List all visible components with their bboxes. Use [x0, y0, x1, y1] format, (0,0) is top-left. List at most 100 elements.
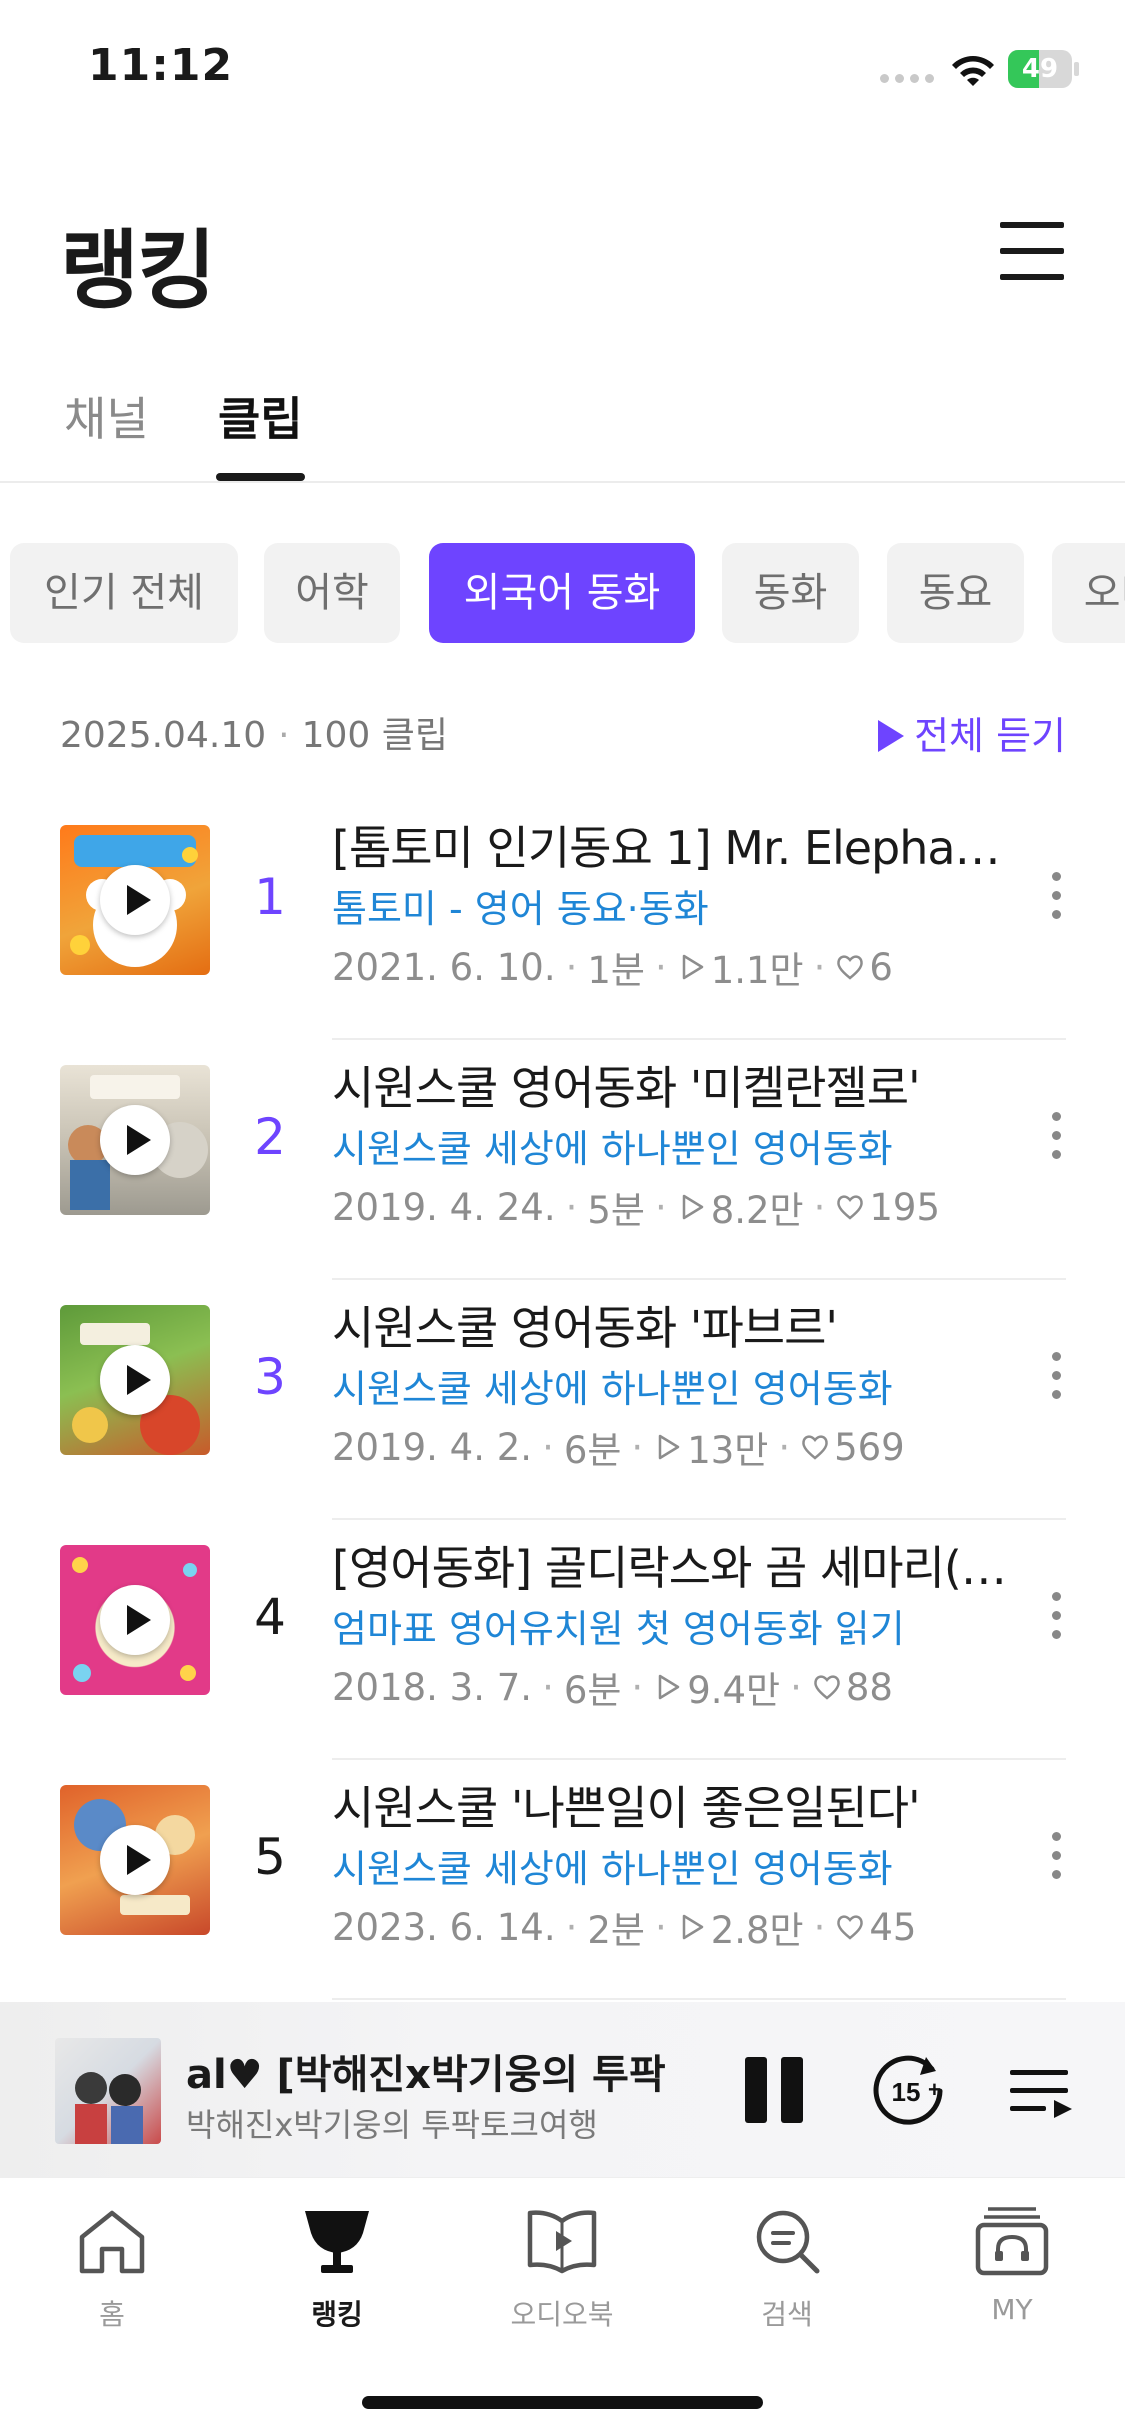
clip-stats: 2019. 4. 2. · 6분 · 13만 · 569 — [332, 1420, 905, 1474]
play-count-icon — [682, 1914, 703, 1940]
clip-thumbnail[interactable] — [60, 1305, 210, 1455]
clip-title[interactable]: 시원스쿨 '나쁜일이 좋은일된다' — [332, 1772, 1007, 1838]
clip-stats: 2023. 6. 14. · 2분 · 2.8만 · 45 — [332, 1900, 916, 1954]
nav-audiobook[interactable]: 오디오북 — [482, 2203, 642, 2333]
clip-count: 100 클립 — [301, 715, 448, 756]
play-icon[interactable] — [100, 1825, 170, 1895]
clip-duration: 5분 — [587, 1189, 645, 1232]
more-options-icon[interactable] — [1046, 1112, 1066, 1172]
skip-forward-button[interactable]: 15 + — [866, 2047, 950, 2131]
clip-duration: 1분 — [587, 949, 645, 992]
clip-title[interactable]: [영어동화] 골디락스와 곰 세마리(Goldilocks and the Th… — [332, 1532, 1007, 1598]
list-item[interactable]: 1 [톰토미 인기동요 1] Mr. Elephant(코끼리 아저씨) 톰토미… — [0, 800, 1125, 1040]
clip-title[interactable]: 시원스쿨 영어동화 '파브르' — [332, 1292, 1007, 1358]
chip-fairytale[interactable]: 동화 — [722, 543, 859, 643]
nav-search[interactable]: 검색 — [707, 2203, 867, 2333]
like-count: 45 — [869, 1905, 917, 1949]
channel-link[interactable]: 엄마표 영어유치원 첫 영어동화 읽기 — [332, 1598, 1007, 1653]
play-count-icon — [682, 1194, 703, 1220]
clip-stats: 2019. 4. 24. · 5분 · 8.2만 · 195 — [332, 1180, 940, 1234]
channel-link[interactable]: 시원스쿨 세상에 하나뿐인 영어동화 — [332, 1118, 1007, 1173]
list-meta: 2025.04.10 · 100 클립 전체 듣기 — [60, 708, 1066, 768]
mini-player[interactable]: al♥ [박해진x박기웅의 투팍 박해진x박기웅의 투팍토크여행 15 + — [0, 2002, 1125, 2177]
skip-forward-15-icon: 15 + — [873, 2055, 943, 2125]
play-count: 9.4만 — [687, 1669, 781, 1712]
search-icon — [756, 2210, 820, 2274]
play-count: 13만 — [687, 1429, 769, 1472]
chip-language[interactable]: 어학 — [264, 543, 400, 643]
list-item[interactable]: 3 시원스쿨 영어동화 '파브르' 시원스쿨 세상에 하나뿐인 영어동화 201… — [0, 1280, 1125, 1520]
now-playing-channel[interactable]: 박해진x박기웅의 투팍토크여행 — [186, 2100, 714, 2146]
more-options-icon[interactable] — [1046, 1352, 1066, 1412]
nav-home[interactable]: 홈 — [32, 2203, 192, 2333]
pause-button[interactable] — [745, 2057, 807, 2123]
wifi-icon — [952, 56, 994, 86]
chip-audio[interactable]: 오디 — [1052, 543, 1125, 643]
status-bar: 11:12 49 — [0, 0, 1125, 140]
battery-percent: 49 — [1021, 54, 1059, 84]
chip-popular-all[interactable]: 인기 전체 — [10, 543, 238, 643]
clip-duration: 2분 — [587, 1909, 645, 1952]
nav-label: 랭킹 — [311, 2298, 363, 2331]
rank-number: 4 — [254, 1588, 286, 1646]
clip-date: 2019. 4. 2. — [332, 1425, 533, 1469]
clip-thumbnail[interactable] — [60, 825, 210, 975]
divider — [332, 1998, 1066, 2000]
nav-ranking[interactable]: 랭킹 — [257, 2203, 417, 2333]
play-icon — [878, 720, 905, 752]
list-item[interactable]: 4 [영어동화] 골디락스와 곰 세마리(Goldilocks and the … — [0, 1520, 1125, 1760]
play-icon[interactable] — [100, 1105, 170, 1175]
play-icon[interactable] — [100, 1585, 170, 1655]
page-title: 랭킹 — [60, 221, 216, 321]
list-item[interactable]: 5 시원스쿨 '나쁜일이 좋은일된다' 시원스쿨 세상에 하나뿐인 영어동화 2… — [0, 1760, 1125, 2000]
channel-link[interactable]: 시원스쿨 세상에 하나뿐인 영어동화 — [332, 1358, 1007, 1413]
play-count-icon — [682, 954, 703, 980]
tab-clip[interactable]: 클립 — [216, 380, 305, 481]
now-playing-artwork — [75, 2072, 143, 2144]
rank-number: 3 — [254, 1348, 286, 1406]
rank-number: 2 — [254, 1108, 286, 1166]
playlist-queue-icon[interactable] — [1010, 2062, 1072, 2122]
more-options-icon[interactable] — [1046, 1832, 1066, 1892]
like-count: 6 — [869, 945, 893, 989]
play-icon[interactable] — [100, 1345, 170, 1415]
clip-thumbnail[interactable] — [60, 1065, 210, 1215]
play-all-label: 전체 듣기 — [914, 714, 1066, 758]
play-count-icon — [658, 1674, 680, 1700]
more-options-icon[interactable] — [1046, 872, 1066, 932]
play-icon[interactable] — [100, 865, 170, 935]
clip-title[interactable]: 시원스쿨 영어동화 '미켈란젤로' — [332, 1052, 1007, 1118]
like-count: 569 — [834, 1425, 905, 1469]
list-item[interactable]: 2 시원스쿨 영어동화 '미켈란젤로' 시원스쿨 세상에 하나뿐인 영어동화 2… — [0, 1040, 1125, 1280]
clip-thumbnail[interactable] — [60, 1785, 210, 1935]
clip-duration: 6분 — [563, 1669, 622, 1712]
clip-title[interactable]: [톰토미 인기동요 1] Mr. Elephant(코끼리 아저씨) — [332, 812, 1007, 878]
audiobook-icon — [527, 2210, 597, 2274]
clip-thumbnail[interactable] — [60, 1545, 210, 1695]
ranking-date: 2025.04.10 — [60, 715, 267, 756]
nav-label: 검색 — [761, 2298, 813, 2331]
battery-icon: 49 — [1008, 50, 1079, 88]
status-time: 11:12 — [88, 40, 234, 91]
now-playing-title[interactable]: al♥ [박해진x박기웅의 투팍 — [186, 2042, 714, 2100]
nav-label: 오디오북 — [510, 2298, 614, 2331]
like-count: 88 — [845, 1665, 893, 1709]
more-options-icon[interactable] — [1046, 1592, 1066, 1652]
play-all-button[interactable]: 전체 듣기 — [878, 708, 1066, 764]
clip-stats: 2018. 3. 7. · 6분 · 9.4만 · 88 — [332, 1660, 893, 1714]
channel-link[interactable]: 톰토미 - 영어 동요·동화 — [332, 878, 1007, 933]
home-icon — [79, 2210, 145, 2274]
clip-stats: 2021. 6. 10. · 1분 · 1.1만 · 6 — [332, 940, 893, 994]
chip-foreign-fairytale[interactable]: 외국어 동화 — [429, 543, 695, 643]
now-playing-thumbnail[interactable] — [55, 2038, 161, 2144]
play-count: 2.8만 — [710, 1909, 804, 1952]
skip-seconds: 15 — [892, 2077, 921, 2107]
heart-icon — [837, 1195, 864, 1220]
nav-my[interactable]: MY — [932, 2203, 1092, 2326]
menu-icon[interactable] — [1000, 220, 1066, 282]
tab-channel[interactable]: 채널 — [64, 380, 149, 481]
chip-nursery-rhyme[interactable]: 동요 — [887, 543, 1024, 643]
channel-link[interactable]: 시원스쿨 세상에 하나뿐인 영어동화 — [332, 1838, 1007, 1893]
heart-icon — [814, 1675, 840, 1700]
clip-date: 2021. 6. 10. — [332, 945, 556, 989]
